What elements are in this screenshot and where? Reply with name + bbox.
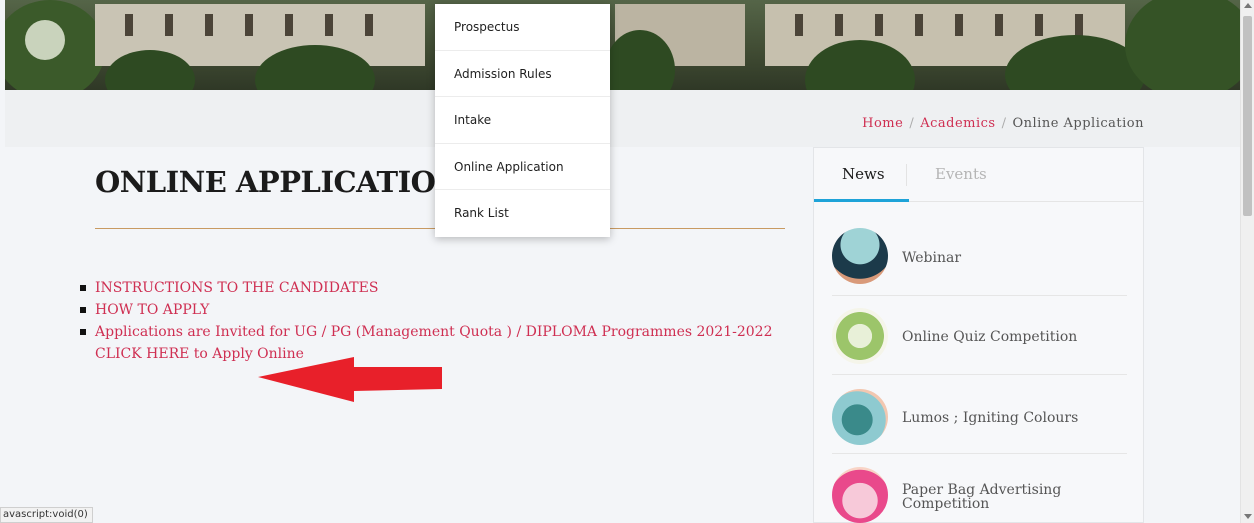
red-arrow-annotation xyxy=(258,357,442,402)
menu-item-admission-rules[interactable]: Admission Rules xyxy=(435,51,610,97)
news-title[interactable]: Lumos ; Igniting Colours xyxy=(902,411,1078,425)
news-title[interactable]: Paper Bag Advertising Competition xyxy=(902,483,1072,511)
sidebar-tabs: News Events xyxy=(814,148,1143,202)
news-item[interactable]: Lumos ; Igniting Colours xyxy=(832,375,1127,454)
news-events-sidebar: News Events Webinar Online Quiz Competit… xyxy=(813,147,1144,523)
tab-news[interactable]: News xyxy=(842,165,885,183)
news-thumbnail xyxy=(832,467,888,523)
news-item[interactable]: Webinar xyxy=(832,217,1127,296)
academics-dropdown-menu: Prospectus Admission Rules Intake Online… xyxy=(435,4,610,237)
link-instructions[interactable]: INSTRUCTIONS TO THE CANDIDATES xyxy=(80,277,780,299)
link-how-to-apply[interactable]: HOW TO APPLY xyxy=(80,299,780,321)
breadcrumb-current: Online Application xyxy=(1012,116,1144,131)
active-tab-indicator xyxy=(814,199,909,202)
breadcrumb-home[interactable]: Home xyxy=(862,116,903,131)
tab-divider xyxy=(906,164,907,186)
browser-status-bar: avascript:void(0) xyxy=(0,507,93,523)
breadcrumb: Home / Academics / Online Application xyxy=(862,116,1144,131)
breadcrumb-separator: / xyxy=(1001,116,1007,131)
breadcrumb-separator: / xyxy=(909,116,915,131)
news-title[interactable]: Online Quiz Competition xyxy=(902,330,1077,344)
scroll-down-icon[interactable] xyxy=(1244,514,1252,519)
news-item[interactable]: Paper Bag Advertising Competition xyxy=(832,454,1127,523)
news-thumbnail xyxy=(832,389,888,445)
tab-events[interactable]: Events xyxy=(935,165,987,183)
news-thumbnail xyxy=(832,308,888,364)
scroll-up-icon[interactable] xyxy=(1244,3,1252,8)
menu-item-intake[interactable]: Intake xyxy=(435,97,610,144)
page-title: ONLINE APPLICATION xyxy=(95,165,462,199)
campus-banner-image xyxy=(5,0,1240,90)
news-thumbnail xyxy=(832,228,888,284)
menu-item-rank-list[interactable]: Rank List xyxy=(435,190,610,237)
breadcrumb-academics[interactable]: Academics xyxy=(920,116,995,131)
menu-item-online-application[interactable]: Online Application xyxy=(435,144,610,190)
news-item[interactable]: Online Quiz Competition xyxy=(832,296,1127,375)
page-scrollbar[interactable] xyxy=(1240,0,1254,523)
news-title[interactable]: Webinar xyxy=(902,251,961,265)
application-links: INSTRUCTIONS TO THE CANDIDATES HOW TO AP… xyxy=(80,277,780,365)
menu-item-prospectus[interactable]: Prospectus xyxy=(435,4,610,51)
scrollbar-thumb[interactable] xyxy=(1243,16,1252,216)
